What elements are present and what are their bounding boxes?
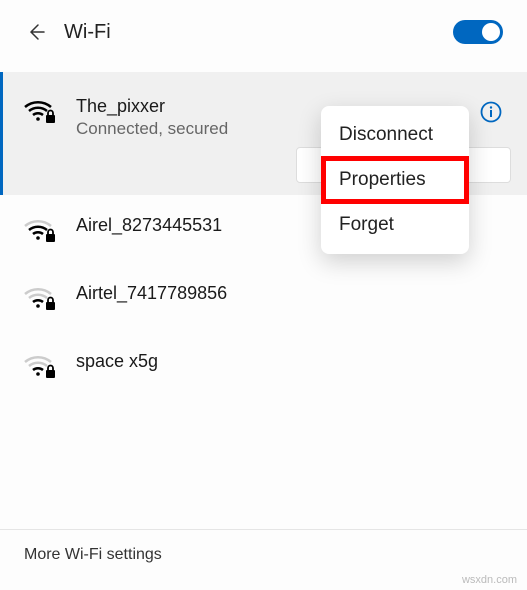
network-item[interactable]: Airtel_7417789856 <box>0 263 527 331</box>
wifi-secured-icon <box>24 351 56 379</box>
network-info: space x5g <box>76 351 503 372</box>
wifi-secured-icon <box>24 215 56 243</box>
info-button[interactable] <box>479 100 503 124</box>
footer: More Wi-Fi settings <box>0 529 527 580</box>
context-menu: Disconnect Properties Forget <box>321 106 469 254</box>
network-item[interactable]: space x5g <box>0 331 527 399</box>
menu-item-disconnect[interactable]: Disconnect <box>321 114 469 156</box>
back-arrow-icon <box>26 22 46 42</box>
info-icon <box>480 101 502 123</box>
network-info: Airtel_7417789856 <box>76 283 503 304</box>
network-name: space x5g <box>76 351 503 372</box>
page-title: Wi-Fi <box>64 21 437 44</box>
watermark: wsxdn.com <box>462 574 517 586</box>
wifi-secured-icon <box>24 96 56 124</box>
back-button[interactable] <box>24 20 48 44</box>
wifi-secured-icon <box>24 283 56 311</box>
menu-item-properties[interactable]: Properties <box>321 156 469 204</box>
header: Wi-Fi <box>0 0 527 64</box>
wifi-toggle[interactable] <box>453 20 503 44</box>
menu-item-forget[interactable]: Forget <box>321 204 469 246</box>
more-settings-link[interactable]: More Wi-Fi settings <box>24 546 503 564</box>
network-name: Airtel_7417789856 <box>76 283 503 304</box>
